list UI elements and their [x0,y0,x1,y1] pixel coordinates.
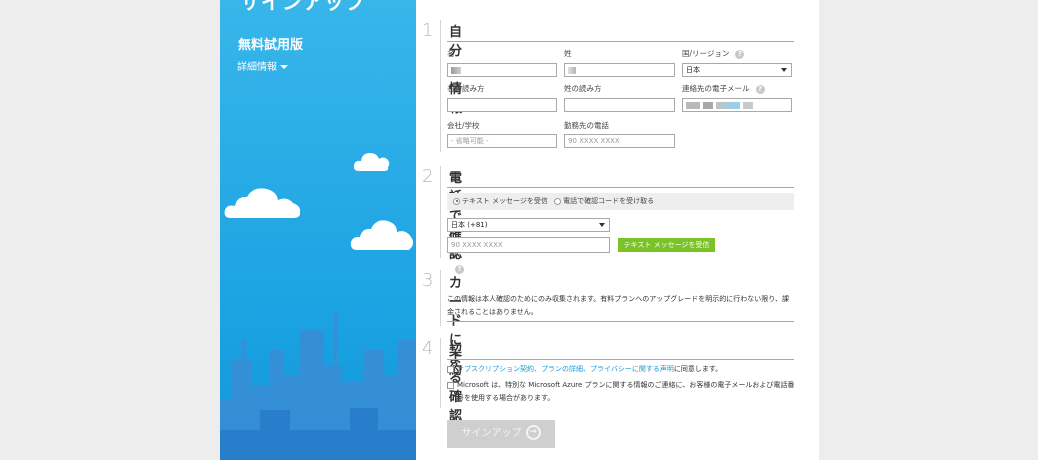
section-divider [440,270,441,326]
city-skyline [220,310,416,460]
radio-unselected-icon[interactable] [554,197,562,205]
agreement-suffix: に同意します。 [673,365,723,373]
section-rule [447,41,794,42]
redacted-text [686,101,700,109]
optin-checkbox[interactable] [447,381,454,389]
first-name-reading-input[interactable] [447,98,557,112]
redacted-text [703,101,713,109]
help-icon[interactable]: ? [735,49,745,59]
sidebar-title: サインアップ [240,0,366,14]
section-number: 4 [422,338,434,359]
last-name-reading-label: 姓の読み方 [564,84,602,93]
radio-selected-icon[interactable] [453,197,460,205]
radio-call-label[interactable]: 電話で確認コードを受け取る [563,197,654,205]
sidebar: サインアップ 無料試用版 詳細情報 [220,0,416,460]
country-code-select[interactable]: 日本 (+81) [447,218,610,232]
signup-button-label[interactable]: サインアップ [462,428,522,439]
chevron-down-icon [599,223,605,227]
last-name-input[interactable] [564,63,675,77]
chevron-down-icon [781,68,787,72]
work-phone-input[interactable]: 90 XXXX XXXX [564,134,675,148]
email-label-text: 連絡先の電子メール [682,84,750,93]
optin-text-line: Microsoft は、特別な Microsoft Azure プランに関する情… [457,381,795,389]
radio-text-option[interactable]: テキスト メッセージを受信 [453,197,548,205]
country-code-value: 日本 (+81) [451,221,488,229]
redacted-text [743,101,753,109]
section-number: 2 [422,166,434,187]
radio-call-option[interactable]: 電話で確認コードを受け取る [554,197,654,205]
redacted-text [716,101,740,109]
section-divider [440,166,441,258]
country-select-value: 日本 [686,66,700,74]
signup-form: 1 自分の情報 名 姓 国/リージョン? 日本 名の読み方 姓の読み方 連絡先の… [416,0,819,460]
agreement-terms-link[interactable]: サブスクリプション契約、プランの詳細、プライバシーに関する声明 [457,365,674,373]
signup-button[interactable]: サインアップ → [447,420,555,448]
optin-text-line: 号を使用する場合があります。 [457,394,555,402]
agreement-checkbox-row[interactable]: サブスクリプション契約、プランの詳細、プライバシーに関する声明に同意します。 [447,363,797,376]
country-label: 国/リージョン? [682,48,745,59]
radio-text-label[interactable]: テキスト メッセージを受信 [462,197,548,205]
card-description-line: 金されることはありません。 [447,308,538,316]
verification-method-bar: テキスト メッセージを受信 電話で確認コードを受け取る [447,193,794,210]
details-link[interactable]: 詳細情報 [237,58,288,73]
sidebar-subtitle: 無料試用版 [238,38,304,53]
email-label: 連絡先の電子メール? [682,83,765,94]
company-label: 会社/学校 [447,121,480,130]
country-select[interactable]: 日本 [682,63,792,77]
redacted-text [568,66,576,74]
first-name-label: 名 [447,49,455,58]
email-input[interactable] [682,98,792,112]
cloud-icon [350,220,414,250]
redacted-text [451,66,461,74]
arrow-right-icon[interactable]: → [525,424,541,440]
company-input[interactable]: - 省略可能 - [447,134,557,148]
send-text-button[interactable]: テキスト メッセージを受信 [618,238,715,252]
section-rule [447,187,794,188]
help-icon[interactable]: ? [755,84,765,94]
cloud-icon [224,188,301,218]
optin-checkbox-row[interactable]: Microsoft は、特別な Microsoft Azure プランに関する情… [447,379,797,405]
section-divider [440,20,441,152]
cloud-icon [353,153,390,171]
last-name-reading-input[interactable] [564,98,675,112]
section-rule [447,359,794,360]
section-number: 1 [422,20,434,41]
section-number: 3 [422,270,434,291]
first-name-reading-label: 名の読み方 [447,84,485,93]
details-link-label[interactable]: 詳細情報 [237,62,277,73]
section-rule [447,321,794,322]
work-phone-label: 勤務先の電話 [564,121,609,130]
card-description-line: この情報は本人確認のためにのみ収集されます。有料プランへのアップグレードを明示的… [447,295,790,303]
caret-down-icon[interactable] [280,65,288,69]
section-divider [440,338,441,408]
phone-number-input[interactable]: 90 XXXX XXXX [447,237,610,253]
last-name-label: 姓 [564,49,572,58]
country-label-text: 国/リージョン [682,49,730,58]
card-description: この情報は本人確認のためにのみ収集されます。有料プランへのアップグレードを明示的… [447,293,797,319]
first-name-input[interactable] [447,63,557,77]
agreement-checkbox[interactable] [447,365,454,373]
